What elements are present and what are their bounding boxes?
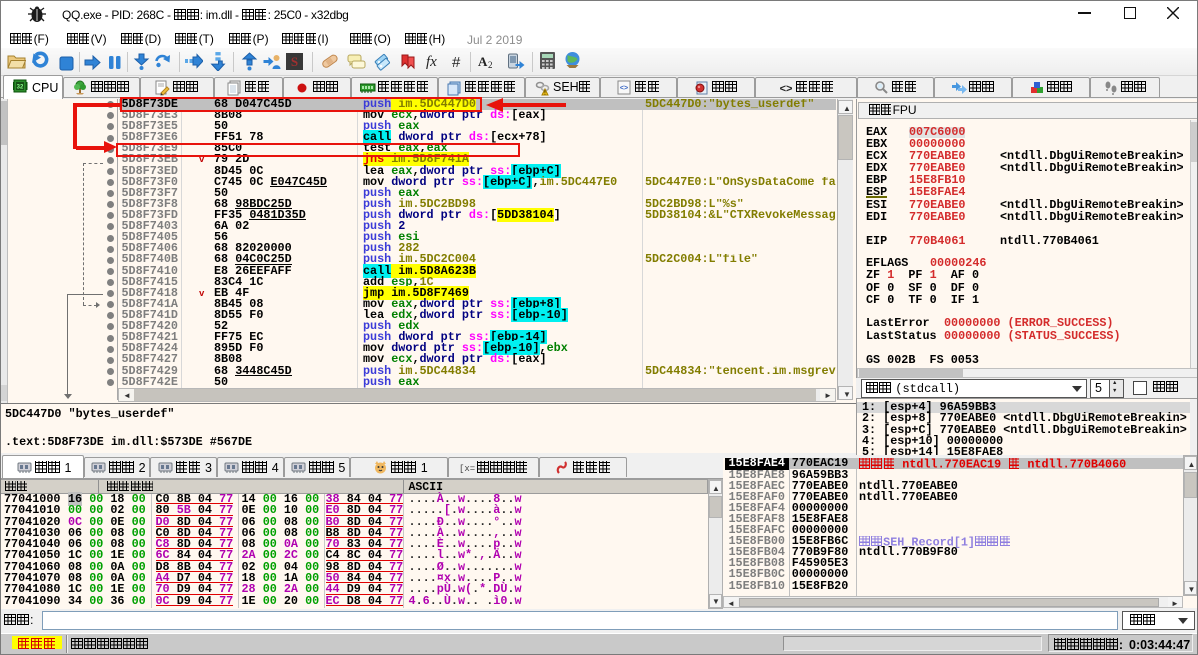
svg-text:fx: fx bbox=[426, 54, 437, 70]
svg-text:2: 2 bbox=[488, 60, 493, 70]
svg-text:[x=]: [x=] bbox=[459, 464, 475, 474]
svg-text:32: 32 bbox=[17, 85, 24, 91]
svg-text:#: # bbox=[452, 54, 461, 71]
svg-text:<>: <> bbox=[619, 85, 627, 92]
svg-text:A: A bbox=[478, 54, 488, 69]
svg-text:<>: <> bbox=[779, 83, 792, 95]
svg-text:S: S bbox=[291, 54, 298, 69]
